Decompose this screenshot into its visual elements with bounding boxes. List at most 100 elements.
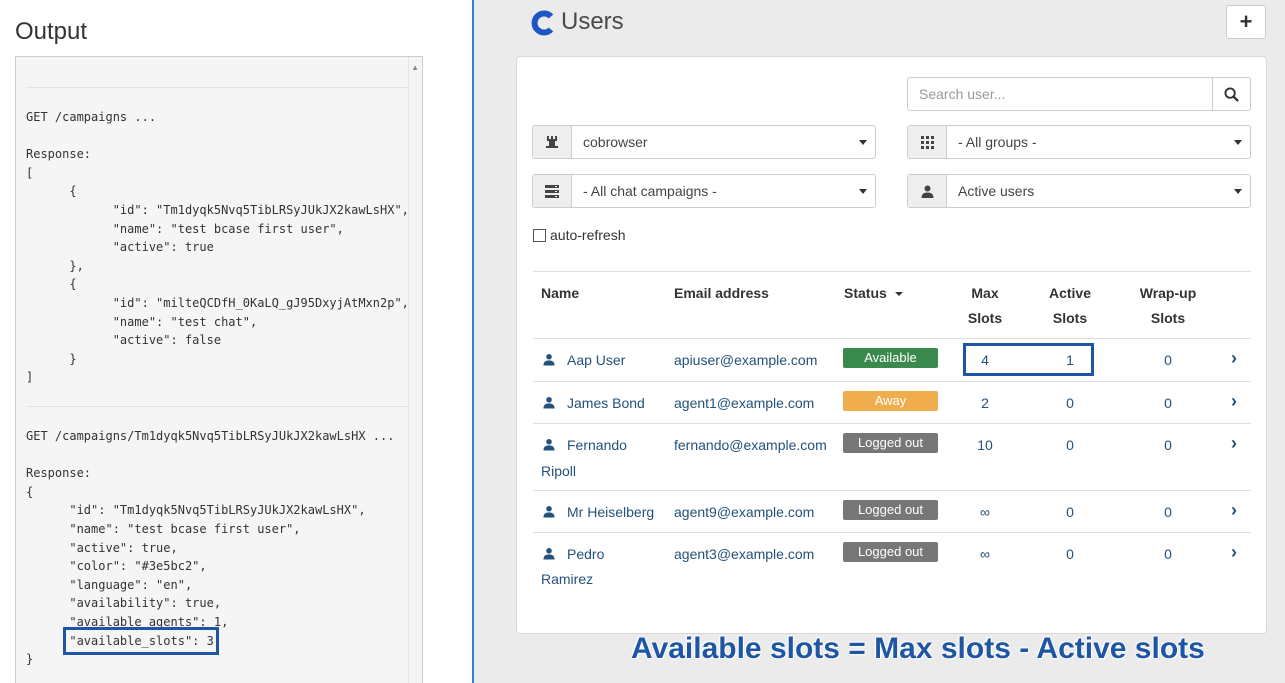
add-user-button[interactable]: + xyxy=(1226,5,1266,39)
column-header-max-line1: Max xyxy=(971,285,999,301)
user-icon xyxy=(543,547,555,560)
slots-highlight xyxy=(963,343,1094,376)
status-badge: Available xyxy=(843,348,938,368)
max-slots-value: 10 xyxy=(977,437,993,453)
tenant-select-value: cobrowser xyxy=(583,134,648,150)
column-header-active-slots[interactable]: Active Slots xyxy=(1035,281,1105,331)
output-separator xyxy=(26,406,408,407)
tenant-select[interactable]: cobrowser xyxy=(532,125,876,159)
user-email[interactable]: agent9@example.com xyxy=(674,504,814,520)
server-icon xyxy=(545,184,559,198)
active-slots-value: 0 xyxy=(1066,504,1074,520)
column-header-status[interactable]: Status xyxy=(844,281,903,306)
status-badge: Logged out xyxy=(843,500,938,520)
wrapup-slots-value: 0 xyxy=(1164,504,1172,520)
user-icon xyxy=(543,505,555,518)
wrapup-slots-value: 0 xyxy=(1164,352,1172,368)
autorefresh-checkbox[interactable] xyxy=(533,228,546,242)
column-header-active-line2: Slots xyxy=(1052,310,1088,326)
table-row[interactable]: Mr Heiselberg agent9@example.com Logged … xyxy=(533,491,1251,533)
max-slots-value: ∞ xyxy=(980,546,990,562)
autorefresh-label: auto-refresh xyxy=(550,227,626,243)
search-icon xyxy=(1224,86,1239,102)
table-row[interactable]: Aap User apiuser@example.com Available 4… xyxy=(533,339,1251,382)
user-name[interactable]: Aap User xyxy=(567,352,625,368)
formula-caption: Available slots = Max slots - Active slo… xyxy=(631,632,1205,665)
autorefresh-toggle[interactable]: auto-refresh xyxy=(533,227,625,243)
column-header-wrapup-line2: Slots xyxy=(1150,310,1186,326)
table-row[interactable]: Fernando Ripoll fernando@example.com Log… xyxy=(533,424,1251,491)
user-email[interactable]: fernando@example.com xyxy=(674,437,827,453)
groups-select-value: - All groups - xyxy=(958,134,1037,150)
column-header-wrapup-slots[interactable]: Wrap-up Slots xyxy=(1123,281,1213,331)
chevron-right-icon[interactable]: › xyxy=(1231,391,1237,412)
column-header-status-label: Status xyxy=(844,285,887,301)
campaigns-select-value: - All chat campaigns - xyxy=(583,183,717,199)
chevron-right-icon[interactable]: › xyxy=(1231,500,1237,521)
max-slots-value: 2 xyxy=(981,395,989,411)
column-header-max-line2: Slots xyxy=(967,310,1003,326)
column-header-name[interactable]: Name xyxy=(541,281,579,306)
search-button[interactable] xyxy=(1212,78,1250,110)
chevron-down-icon xyxy=(1234,140,1242,145)
output-title: Output xyxy=(15,18,88,45)
chevron-right-icon[interactable]: › xyxy=(1231,348,1237,369)
user-icon xyxy=(543,353,555,366)
wrapup-slots-value: 0 xyxy=(1164,437,1172,453)
chevron-down-icon xyxy=(859,140,867,145)
user-icon xyxy=(543,396,555,409)
output-box[interactable]: ▲ GET /campaigns ... Response: [ { "id":… xyxy=(15,56,423,683)
column-header-wrapup-line1: Wrap-up xyxy=(1139,285,1197,301)
search-input[interactable] xyxy=(908,78,1212,110)
user-icon xyxy=(543,438,555,451)
output-scrollbar[interactable]: ▲ xyxy=(408,57,422,683)
column-header-max-slots[interactable]: Max Slots xyxy=(955,281,1015,331)
user-email[interactable]: apiuser@example.com xyxy=(674,352,817,368)
active-slots-value: 0 xyxy=(1066,437,1074,453)
user-email[interactable]: agent1@example.com xyxy=(674,395,814,411)
user-name-continued[interactable]: Ripoll xyxy=(541,463,576,479)
users-card: cobrowser - All groups - - All chat xyxy=(516,56,1267,634)
users-table: Name Email address Status Max Slots Acti… xyxy=(533,271,1251,600)
wrapup-slots-value: 0 xyxy=(1164,546,1172,562)
status-badge: Logged out xyxy=(843,433,938,453)
chevron-right-icon[interactable]: › xyxy=(1231,542,1237,563)
user-state-select[interactable]: Active users xyxy=(907,174,1251,208)
active-slots-value: 0 xyxy=(1066,546,1074,562)
user-state-addon xyxy=(908,175,947,207)
user-state-select-value: Active users xyxy=(958,183,1035,199)
user-name[interactable]: Fernando xyxy=(567,437,627,453)
wrapup-slots-value: 0 xyxy=(1164,395,1172,411)
user-name[interactable]: James Bond xyxy=(567,395,645,411)
scroll-up-icon[interactable]: ▲ xyxy=(411,63,419,72)
search-group xyxy=(907,77,1251,111)
chevron-right-icon[interactable]: › xyxy=(1231,433,1237,454)
page-title: Users xyxy=(561,8,624,35)
status-badge: Away xyxy=(843,391,938,411)
tower-icon xyxy=(546,136,558,148)
column-header-email[interactable]: Email address xyxy=(674,281,769,306)
output-separator xyxy=(26,87,408,88)
table-row[interactable]: Pedro Ramirez agent3@example.com Logged … xyxy=(533,533,1251,600)
groups-select[interactable]: - All groups - xyxy=(907,125,1251,159)
max-slots-value: ∞ xyxy=(980,504,990,520)
grid-icon xyxy=(920,135,934,149)
user-name[interactable]: Mr Heiselberg xyxy=(567,504,654,520)
table-header: Name Email address Status Max Slots Acti… xyxy=(533,271,1251,339)
sort-caret-icon xyxy=(894,292,903,297)
users-panel: Users + cobrowser xyxy=(474,0,1285,683)
output-panel: Output ▲ GET /campaigns ... Response: [ … xyxy=(0,0,472,683)
user-name-continued[interactable]: Ramirez xyxy=(541,571,593,587)
cobrowser-logo-icon xyxy=(531,10,554,36)
user-email[interactable]: agent3@example.com xyxy=(674,546,814,562)
available-slots-highlight xyxy=(63,627,219,655)
chevron-down-icon xyxy=(859,189,867,194)
user-name[interactable]: Pedro xyxy=(567,546,604,562)
tenant-addon xyxy=(533,126,572,158)
chevron-down-icon xyxy=(1234,189,1242,194)
campaigns-select[interactable]: - All chat campaigns - xyxy=(532,174,876,208)
column-header-active-line1: Active xyxy=(1048,285,1092,301)
table-row[interactable]: James Bond agent1@example.com Away 2 0 0… xyxy=(533,382,1251,424)
status-badge: Logged out xyxy=(843,542,938,562)
active-slots-value: 0 xyxy=(1066,395,1074,411)
